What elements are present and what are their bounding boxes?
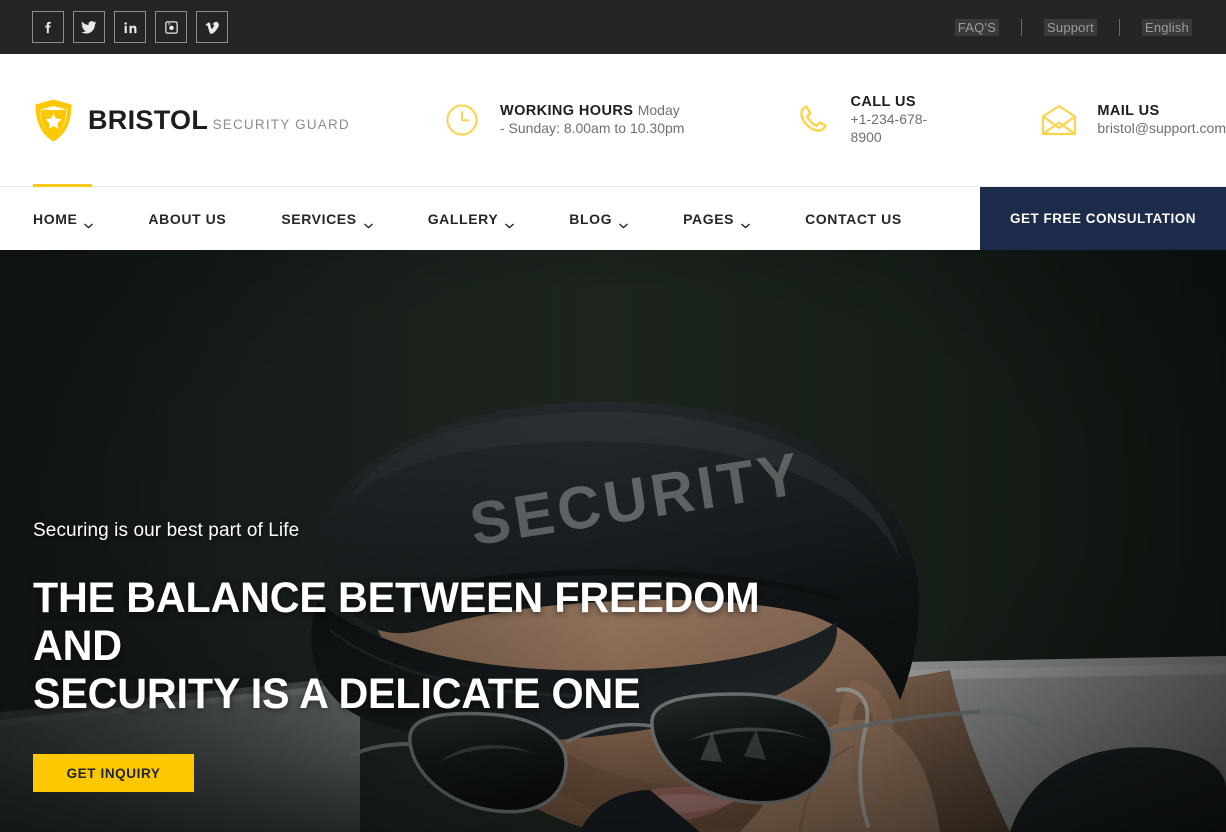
linkedin-icon — [123, 20, 138, 35]
nav-label: PAGES — [683, 210, 735, 227]
social-link-facebook[interactable] — [32, 11, 64, 43]
social-link-linkedin[interactable] — [114, 11, 146, 43]
nav-item-blog[interactable]: BLOG — [569, 210, 628, 228]
header-info-body: CALL US +1-234-678-8900 — [851, 93, 928, 147]
chevron-down-icon — [363, 216, 373, 228]
social-link-vimeo[interactable] — [196, 11, 228, 43]
header-info-mail-us: MAIL US bristol@support.com — [1037, 102, 1226, 138]
nav-item-about-us[interactable]: ABOUT US — [148, 211, 226, 227]
get-inquiry-button[interactable]: GET INQUIRY — [33, 754, 194, 792]
vimeo-icon — [205, 20, 220, 35]
get-free-consultation-button[interactable]: GET FREE CONSULTATION — [980, 187, 1226, 250]
top-link-language[interactable]: English — [1141, 18, 1192, 36]
top-bar-links: FAQ'S Support English — [954, 18, 1192, 36]
nav-label: GALLERY — [427, 210, 499, 227]
shield-star-icon — [33, 98, 74, 143]
main-navigation: HOME ABOUT US SERVICES GALLERY BLOG PAGE… — [0, 184, 1226, 250]
nav-items: HOME ABOUT US SERVICES GALLERY BLOG PAGE… — [0, 187, 980, 250]
chevron-down-icon — [741, 216, 750, 228]
hero-kicker: Securing is our best part of Life — [33, 519, 300, 541]
hero-title: THE BALANCE BETWEEN FREEDOM AND SECURITY… — [33, 574, 782, 718]
header-info-working-hours: WORKING HOURS Moday - Sunday: 8.00am to … — [440, 102, 687, 138]
info-text-call-us: +1-234-678-8900 — [850, 111, 928, 146]
nav-item-services[interactable]: SERVICES — [281, 210, 373, 228]
site-logo[interactable]: BRISTOL SECURITY GUARD — [0, 98, 420, 143]
nav-item-contact-us[interactable]: CONTACT US — [805, 211, 902, 227]
social-link-twitter[interactable] — [73, 11, 105, 43]
top-link-support[interactable]: Support — [1044, 18, 1097, 36]
hero-title-line-2: SECURITY IS A DELICATE ONE — [33, 669, 641, 718]
logo-subtitle: SECURITY GUARD — [212, 116, 350, 132]
top-link-faqs[interactable]: FAQ'S — [954, 18, 1000, 36]
chevron-down-icon — [505, 216, 515, 228]
hero-section: SECURITY — [0, 250, 1226, 832]
info-title-mail-us: MAIL US — [1097, 102, 1160, 119]
top-link-separator-2 — [1118, 18, 1120, 36]
phone-icon — [791, 102, 835, 138]
twitter-icon — [81, 19, 97, 35]
nav-label: CONTACT US — [805, 210, 902, 227]
instagram-icon — [164, 20, 179, 35]
nav-label: ABOUT US — [148, 210, 227, 227]
header-info-body: MAIL US bristol@support.com — [1097, 102, 1226, 138]
nav-item-pages[interactable]: PAGES — [683, 210, 750, 228]
logo-title: BRISTOL — [88, 104, 209, 135]
chevron-down-icon — [619, 216, 628, 228]
nav-item-gallery[interactable]: GALLERY — [427, 210, 515, 228]
top-link-separator-1 — [1021, 18, 1023, 36]
social-link-instagram[interactable] — [155, 11, 187, 43]
nav-active-indicator — [33, 184, 92, 187]
nav-label: SERVICES — [281, 210, 357, 227]
nav-item-home[interactable]: HOME — [33, 210, 94, 228]
header-info-items: WORKING HOURS Moday - Sunday: 8.00am to … — [420, 93, 1226, 147]
chevron-down-icon — [84, 216, 94, 228]
envelope-icon — [1037, 104, 1081, 136]
nav-label: HOME — [33, 210, 78, 227]
hero-title-line-1: THE BALANCE BETWEEN FREEDOM AND — [33, 573, 760, 670]
top-bar: FAQ'S Support English — [0, 0, 1226, 54]
nav-label: BLOG — [569, 210, 613, 227]
social-links — [32, 11, 228, 43]
logo-text: BRISTOL SECURITY GUARD — [88, 106, 350, 134]
site-header: BRISTOL SECURITY GUARD WORKING HOURS Mod… — [0, 54, 1226, 186]
info-title-call-us: CALL US — [850, 93, 916, 110]
clock-icon — [440, 102, 484, 138]
info-title-working-hours: WORKING HOURS — [500, 102, 634, 119]
info-text-mail-us: bristol@support.com — [1097, 120, 1226, 137]
hero-content: Securing is our best part of Life THE BA… — [33, 520, 813, 792]
header-info-call-us: CALL US +1-234-678-8900 — [791, 93, 928, 147]
header-info-body: WORKING HOURS Moday - Sunday: 8.00am to … — [500, 102, 687, 138]
facebook-icon — [41, 20, 56, 35]
